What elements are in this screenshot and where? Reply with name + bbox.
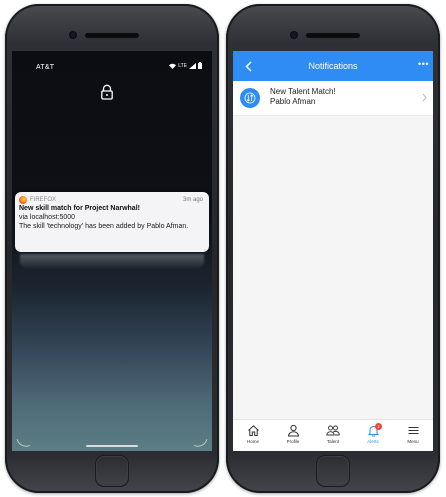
battery-icon xyxy=(198,62,202,69)
phone-frame-left: AT&T LTE FIREFOX 3m ago New skill match … xyxy=(5,4,219,493)
phone-frame-right: Notifications ••• New Talent Match! Pabl… xyxy=(226,4,440,493)
notification-reflection xyxy=(20,254,204,268)
notification-message: The skill 'technology' has been added by… xyxy=(19,222,189,230)
push-notification[interactable]: FIREFOX 3m ago New skill match for Proje… xyxy=(15,192,209,252)
more-button[interactable]: ••• xyxy=(418,59,429,69)
tab-profile[interactable]: Profile xyxy=(273,420,313,451)
network-label: LTE xyxy=(178,62,187,69)
notification-source: via localhost:5000 xyxy=(19,214,76,221)
wifi-icon xyxy=(169,63,177,69)
front-camera xyxy=(291,32,297,38)
profile-icon xyxy=(287,424,299,437)
notification-app-header: FIREFOX xyxy=(19,196,56,204)
notification-time: 3m ago xyxy=(182,197,203,203)
bottom-tab-bar: Home Profile Talent 1 Alerts Menu xyxy=(233,419,433,451)
tab-home[interactable]: Home xyxy=(233,420,273,451)
tab-label: Menu xyxy=(407,439,419,444)
tab-label: Profile xyxy=(286,439,300,444)
tab-menu[interactable]: Menu xyxy=(393,420,433,451)
notification-title: New skill match for Project Narwhal! xyxy=(19,205,140,212)
status-icons: LTE xyxy=(169,62,202,69)
tab-label: Talent xyxy=(326,439,339,444)
alerts-badge: 1 xyxy=(375,423,382,430)
notification-item-subtitle: Pablo Afman xyxy=(270,97,316,106)
page-title: Notifications xyxy=(308,61,358,71)
front-camera xyxy=(70,32,76,38)
tab-label: Home xyxy=(246,439,259,444)
chevron-right-icon xyxy=(422,93,427,102)
menu-icon xyxy=(408,426,418,435)
notification-app-name: FIREFOX xyxy=(30,197,57,203)
lock-screen: AT&T LTE FIREFOX 3m ago New skill match … xyxy=(12,51,212,451)
swap-arrows-icon xyxy=(244,92,256,104)
home-button[interactable] xyxy=(95,455,129,487)
carrier-label: AT&T xyxy=(36,64,55,71)
notification-item-title: New Talent Match! xyxy=(270,87,336,96)
screen-corner-right xyxy=(193,435,208,450)
tab-label: Alerts xyxy=(367,439,379,444)
tab-talent[interactable]: Talent xyxy=(313,420,353,451)
tab-alerts[interactable]: 1 Alerts xyxy=(353,420,393,451)
home-button[interactable] xyxy=(316,455,350,487)
signal-icon xyxy=(189,62,196,69)
match-icon xyxy=(240,88,260,108)
firefox-icon xyxy=(19,196,27,204)
home-icon xyxy=(247,425,259,436)
screen-corner-left xyxy=(16,435,31,450)
earpiece-speaker xyxy=(306,33,360,38)
home-indicator[interactable] xyxy=(86,445,138,447)
notification-body: via localhost:5000 The skill 'technology… xyxy=(19,214,204,231)
lock-icon xyxy=(101,84,113,100)
notification-list-item[interactable]: New Talent Match! Pablo Afman xyxy=(233,81,433,116)
earpiece-speaker xyxy=(85,33,139,38)
app-screen: Notifications ••• New Talent Match! Pabl… xyxy=(233,51,433,451)
talent-icon xyxy=(326,425,340,436)
app-header: Notifications ••• xyxy=(233,51,433,81)
